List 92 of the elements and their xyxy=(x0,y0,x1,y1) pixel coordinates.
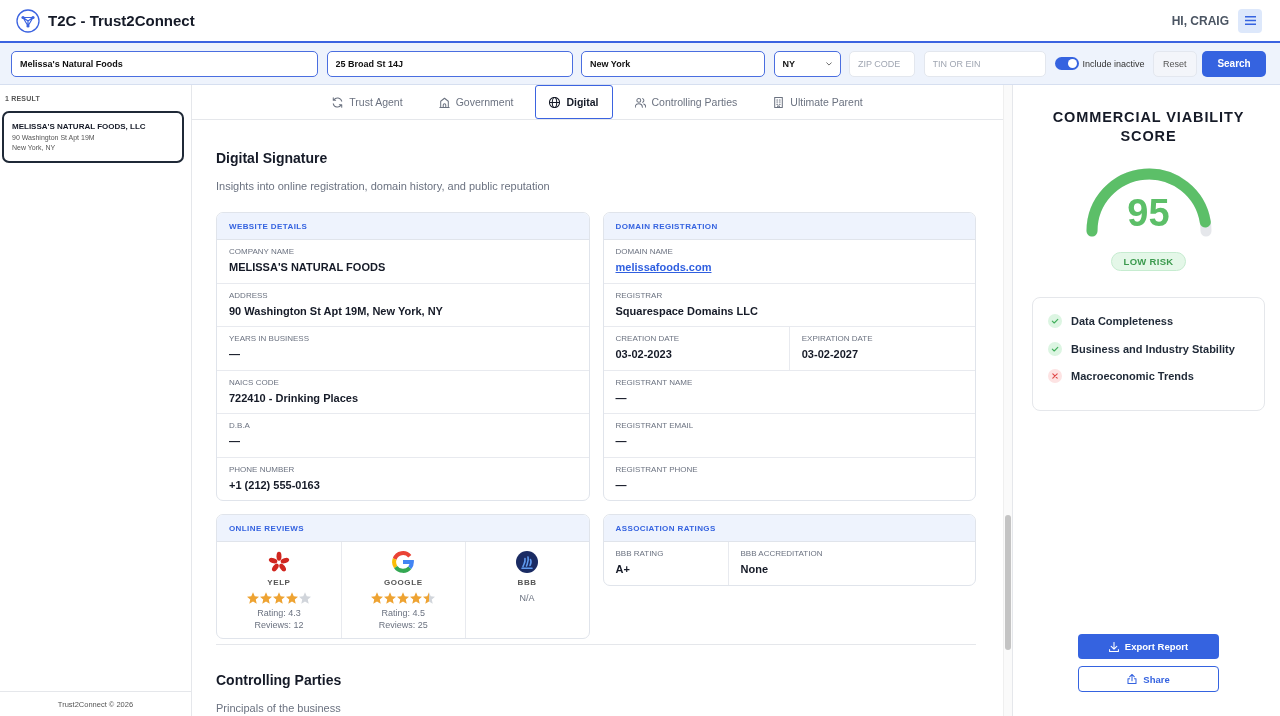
factor-label: Macroeconomic Trends xyxy=(1071,369,1194,383)
field-label: ADDRESS xyxy=(229,290,268,301)
field-label: COMPANY NAME xyxy=(229,247,295,257)
rating-text: Rating: 4.3 xyxy=(257,607,301,619)
globe-icon xyxy=(549,96,561,108)
section-title: Digital Signature xyxy=(216,150,328,167)
score-title: COMMERCIAL VIABILITY SCORE xyxy=(1051,108,1246,146)
menu-button[interactable] xyxy=(1238,8,1262,33)
app-title: T2C - Trust2Connect xyxy=(48,12,195,29)
rating-text: Rating: 4.5 xyxy=(381,607,425,619)
field-value: — xyxy=(229,347,240,361)
search-button[interactable]: Search xyxy=(1202,50,1267,77)
field-value: — xyxy=(615,434,627,448)
input-field[interactable]: TIN OR EIN xyxy=(923,50,1046,77)
field-label: CREATION DATE xyxy=(615,334,680,344)
result-name: MELISSA'S NATURAL FOODS, LLC xyxy=(12,121,146,132)
star-icon xyxy=(259,592,272,604)
star-icon xyxy=(423,592,436,604)
field-value: MELISSA'S NATURAL FOODS xyxy=(229,260,386,274)
input-field[interactable]: Melissa's Natural Foods xyxy=(11,50,318,77)
field-label: PHONE NUMBER xyxy=(229,464,295,475)
scrollbar-thumb[interactable] xyxy=(1005,515,1011,650)
card-header: WEBSITE DETAILS xyxy=(217,213,589,240)
building-icon xyxy=(773,96,785,108)
select-field[interactable]: NY xyxy=(773,50,841,77)
star-icon xyxy=(246,592,259,604)
export-report-button[interactable]: Export Report xyxy=(1078,634,1219,659)
field-label: NAICS CODE xyxy=(229,377,279,388)
field-label: REGISTRANT NAME xyxy=(615,377,693,388)
star-icon xyxy=(384,592,397,604)
share-icon xyxy=(1127,674,1138,684)
risk-badge: LOW RISK xyxy=(1110,252,1187,271)
field-value: +1 (212) 555-0163 xyxy=(229,477,320,492)
burst-logo-icon xyxy=(267,551,290,573)
star-icon xyxy=(371,592,384,604)
star-icon xyxy=(285,592,298,604)
card-header: ONLINE REVIEWS xyxy=(217,515,589,542)
section-title: Controlling Parties xyxy=(216,672,342,689)
field-value: — xyxy=(229,434,240,448)
share-button[interactable]: Share xyxy=(1078,666,1219,692)
logo-icon xyxy=(16,8,40,33)
field-value: None xyxy=(740,562,768,576)
field-value: A+ xyxy=(615,562,630,576)
reset-button[interactable]: Reset xyxy=(1153,50,1197,77)
review-count: Reviews: 12 xyxy=(254,619,304,631)
field-label: REGISTRANT PHONE xyxy=(615,464,698,475)
star-icon xyxy=(410,592,423,604)
card-header: ASSOCIATION RATINGS xyxy=(603,515,975,542)
caret-icon xyxy=(825,61,832,66)
users-icon xyxy=(634,96,646,108)
download-icon xyxy=(1108,641,1119,652)
menu-icon xyxy=(1244,16,1256,25)
section-subtitle: Insights into online registration, domain history, and public reputation xyxy=(216,179,550,193)
field-value: 03-02-2027 xyxy=(801,347,859,361)
field-value: — xyxy=(615,477,627,492)
star-icon xyxy=(272,592,285,604)
refresh-icon xyxy=(332,96,344,108)
factor-label: Business and Industry Stability xyxy=(1071,341,1235,356)
tab[interactable]: Digital xyxy=(535,85,613,119)
input-field[interactable]: New York xyxy=(581,50,765,77)
source-name: BBB xyxy=(517,578,537,588)
section-subtitle: Principals of the business xyxy=(216,701,341,715)
field-value: Squarespace Domains LLC xyxy=(615,303,758,318)
house-icon xyxy=(438,96,450,108)
g-logo-icon xyxy=(392,551,415,573)
field-label: REGISTRAR xyxy=(615,290,663,301)
field-label: D.B.A xyxy=(229,421,250,431)
field-value: 722410 - Drinking Places xyxy=(229,390,358,405)
card-header: DOMAIN REGISTRATION xyxy=(603,213,975,240)
source-name: YELP xyxy=(267,578,291,588)
field-value: 03-02-2023 xyxy=(615,347,672,361)
field-label: YEARS IN BUSINESS xyxy=(229,334,310,344)
star-icon xyxy=(298,592,311,604)
input-field[interactable]: ZIP CODE xyxy=(849,50,915,77)
input-field[interactable]: 25 Broad St 14J xyxy=(326,50,573,77)
factor-label: Data Completeness xyxy=(1071,314,1174,328)
field-label: REGISTRANT EMAIL xyxy=(615,421,694,431)
field-value: 90 Washington St Apt 19M, New York, NY xyxy=(229,303,443,318)
star-icon xyxy=(397,592,410,604)
user-greeting: HI, CRAIG xyxy=(1171,13,1229,28)
source-name: GOOGLE xyxy=(383,578,423,588)
score-value: 95 xyxy=(1126,194,1171,232)
toggle-label: Include inactive xyxy=(1082,58,1145,69)
field-value: — xyxy=(615,390,627,405)
review-count: Reviews: 25 xyxy=(378,619,428,631)
flame-logo-icon xyxy=(516,551,539,573)
rating-text: N/A xyxy=(519,592,535,604)
field-label: EXPIRATION DATE xyxy=(801,334,873,344)
domain-link[interactable]: melissafoods.com xyxy=(615,260,712,274)
field-label: BBB RATING xyxy=(615,549,664,559)
field-label: DOMAIN NAME xyxy=(615,247,673,257)
field-label: BBB ACCREDITATION xyxy=(740,549,823,559)
